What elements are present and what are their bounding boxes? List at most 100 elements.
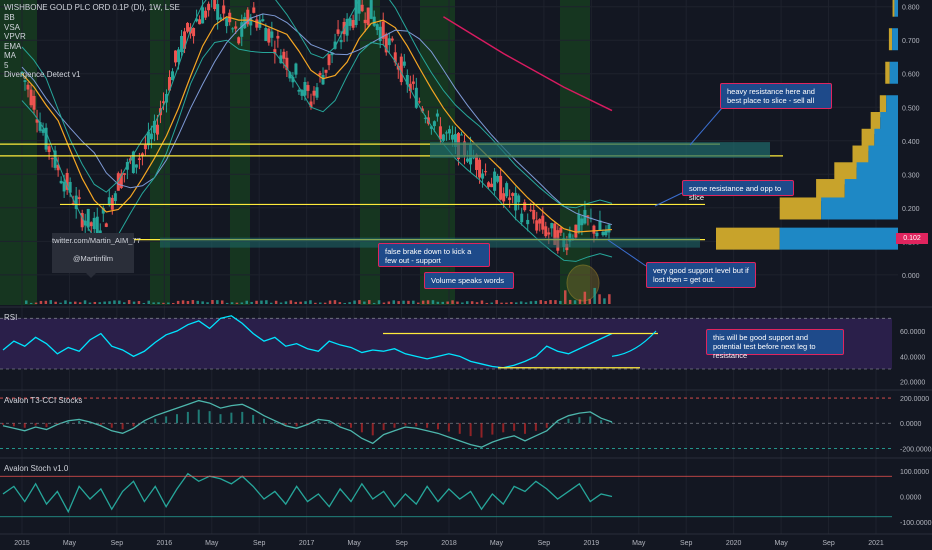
candle-body [505, 183, 509, 197]
volume-bar [132, 301, 136, 304]
candle-body [607, 224, 611, 233]
candle-body [225, 17, 229, 27]
callout-rsi-note[interactable]: this will be good support and potential … [706, 329, 844, 360]
chart-title: WISHBONE GOLD PLC ORD 0.1P (DI), 1W, LSE [4, 3, 180, 12]
price-tick-label: 0.300 [902, 172, 920, 179]
indicator-label[interactable]: Divergence Detect v1 [4, 70, 80, 80]
callout-volume[interactable]: Volume speaks words [424, 272, 514, 289]
candle-body [360, 4, 364, 12]
candle-body [204, 10, 208, 18]
indicator-label[interactable]: MA [4, 51, 16, 61]
volume-bar [113, 300, 116, 304]
indicator-label[interactable]: 5 [4, 61, 8, 71]
volume-bar [44, 300, 48, 304]
volume-bar [225, 302, 229, 304]
price-tick-label: 0.800 [902, 5, 920, 12]
volume-bar [64, 300, 67, 304]
volume-bar [495, 300, 498, 304]
candle-body [143, 144, 147, 150]
candle-body [198, 19, 202, 25]
volume-bar [338, 302, 342, 304]
price-badge: 0.102 [896, 233, 928, 244]
stoch-pane [0, 472, 892, 518]
candle-body [207, 3, 211, 11]
callout-some-resistance[interactable]: some resistance and opp to slice [682, 180, 794, 202]
volume-bar [314, 302, 317, 304]
callout-support-level[interactable]: very good support level but if lost then… [646, 262, 756, 288]
indicator-label[interactable]: VPVR [4, 32, 26, 42]
volume-bar [387, 301, 391, 304]
volume-bar [348, 302, 351, 304]
candle-body [318, 72, 322, 76]
candle-body [282, 51, 286, 59]
indicator-label[interactable]: BB [4, 13, 15, 23]
volume-profile [716, 0, 898, 250]
volume-bar [363, 301, 366, 304]
candle-body [538, 219, 542, 224]
candle-body [89, 222, 93, 227]
vp-bar-sell [716, 227, 780, 250]
stoch-title: Avalon Stoch v1.0 [4, 464, 69, 473]
callout-heavy-resistance[interactable]: heavy resistance here and best place to … [720, 83, 832, 109]
x-tick-label: May [774, 540, 788, 547]
candle-body [95, 216, 99, 235]
candle-body [487, 182, 491, 187]
volume-bar [191, 300, 195, 304]
candle-body [574, 224, 578, 238]
candle-body [321, 74, 325, 85]
price-tick-label: 0.600 [902, 72, 920, 79]
grid-lines [0, 0, 932, 535]
candle-body [375, 24, 379, 31]
indicator-label[interactable]: VSA [4, 23, 20, 33]
volume-bar [426, 300, 430, 304]
volume-bar [510, 302, 513, 304]
volume-bar [603, 298, 606, 304]
volume-bar [564, 290, 567, 304]
volume-bar [578, 299, 582, 304]
candle-body [50, 158, 54, 160]
candle-body [41, 129, 45, 133]
volume-bar [529, 301, 533, 304]
volume-bar [309, 300, 312, 304]
candle-body [502, 193, 506, 202]
volume-bar [186, 300, 190, 304]
candle-body [466, 158, 470, 162]
candle-body [447, 129, 451, 134]
candle-body [372, 16, 376, 26]
volume-bar [490, 302, 493, 304]
volume-bar [583, 291, 587, 304]
candle-body [493, 171, 497, 191]
x-tick-label: Sep [111, 540, 124, 547]
candle-body [315, 87, 319, 98]
volume-bar [593, 287, 596, 304]
volume-bar [573, 300, 577, 304]
volume-bar [176, 300, 180, 304]
vp-bar-sell [885, 61, 890, 84]
t3cci-title: Avalon T3-CCI Stocks [4, 396, 83, 405]
volume-bar [554, 300, 557, 304]
volume-bar [289, 300, 293, 304]
candle-body [402, 61, 406, 66]
candle-body [201, 7, 205, 24]
volume-bar [549, 300, 552, 304]
trend-shade [230, 0, 250, 305]
volume-bar [519, 301, 523, 304]
candle-body [496, 175, 500, 182]
volume-bar [260, 300, 263, 304]
candle-body [297, 89, 301, 92]
indicator-label[interactable]: EMA [4, 42, 21, 52]
vp-bar-sell [888, 28, 893, 51]
volume-bar [34, 302, 38, 304]
candle-body [508, 197, 512, 201]
price-tick-label: 0.000 [902, 273, 920, 280]
callout-false-break[interactable]: false brake down to kick a few out - sup… [378, 243, 490, 267]
volume-bar [172, 302, 175, 304]
volume-bar [397, 301, 400, 304]
candle-body [517, 195, 521, 203]
candle-body [180, 35, 184, 53]
candle-body [47, 146, 51, 153]
candle-body [595, 232, 599, 237]
price-tick-label: 0.500 [902, 105, 920, 112]
x-tick-label: 2020 [726, 540, 742, 547]
candle-body [399, 56, 403, 83]
